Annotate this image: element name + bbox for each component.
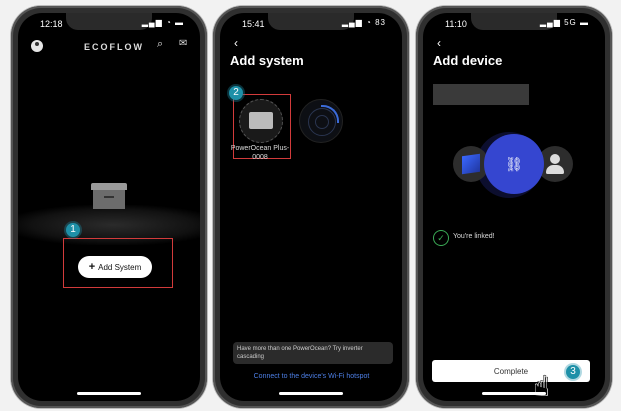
- cascading-hint: Have more than one PowerOcean? Try inver…: [233, 342, 393, 364]
- mail-icon[interactable]: ✉: [179, 38, 187, 49]
- status-icons: ▂▄▆ ◔ ▬: [141, 18, 184, 27]
- status-time: 11:10: [445, 19, 467, 29]
- phone-3: 11:10 ▂▄▆ 5G ▬ ‹ Add device ⛓ ✓ You're l…: [416, 6, 612, 408]
- radar-scan-icon: [299, 99, 343, 143]
- page-title: Add device: [433, 53, 503, 68]
- status-icons: ▂▄▆ ◔ 83: [341, 18, 386, 27]
- phone-2-screen: 15:41 ▂▄▆ ◔ 83 ‹ Add system 2 PowerOcean…: [220, 13, 402, 401]
- home-indicator: [279, 392, 343, 395]
- add-system-label: Add System: [98, 262, 142, 272]
- status-time: 15:41: [242, 19, 265, 29]
- wifi-hotspot-link[interactable]: Connect to the device's Wi-Fi hotspot: [230, 373, 393, 380]
- phone-3-screen: 11:10 ▂▄▆ 5G ▬ ‹ Add device ⛓ ✓ You're l…: [423, 13, 605, 401]
- plus-icon: +: [88, 261, 96, 273]
- back-icon[interactable]: ‹: [234, 36, 238, 50]
- page-title: Add system: [230, 53, 304, 68]
- phone-1-screen: 12:18 ▂▄▆ ◔ ▬ ECOFLOW ⌕ ✉ 1 + Add System: [18, 13, 200, 401]
- phone-1: 12:18 ▂▄▆ ◔ ▬ ECOFLOW ⌕ ✉ 1 + Add System: [11, 6, 207, 408]
- notch: [66, 13, 152, 30]
- linked-message: You're linked!: [453, 233, 495, 240]
- device-card[interactable]: [239, 99, 283, 143]
- app-logo: ECOFLOW: [84, 42, 144, 52]
- complete-label: Complete: [493, 366, 529, 376]
- pointer-hand-icon: ☝: [533, 371, 551, 401]
- device-name-field: [433, 84, 529, 105]
- check-icon: ✓: [433, 230, 449, 246]
- phone-2: 15:41 ▂▄▆ ◔ 83 ‹ Add system 2 PowerOcean…: [213, 6, 409, 408]
- status-time: 12:18: [40, 19, 63, 29]
- step-badge: 3: [566, 365, 580, 379]
- device-icon: [249, 112, 273, 129]
- add-system-button[interactable]: + Add System: [78, 256, 152, 278]
- step-badge: 1: [66, 223, 80, 237]
- device-placeholder-icon: [91, 183, 127, 209]
- back-icon[interactable]: ‹: [437, 36, 441, 50]
- home-indicator: [482, 392, 546, 395]
- search-icon[interactable]: ⌕: [157, 38, 163, 51]
- device-name[interactable]: PowerOcean Plus-0008: [230, 144, 290, 162]
- link-icon: ⛓: [484, 134, 544, 194]
- step-badge: 2: [229, 86, 243, 100]
- status-icons: ▂▄▆ 5G ▬: [539, 18, 589, 27]
- home-indicator: [77, 392, 141, 395]
- profile-icon[interactable]: [31, 40, 43, 52]
